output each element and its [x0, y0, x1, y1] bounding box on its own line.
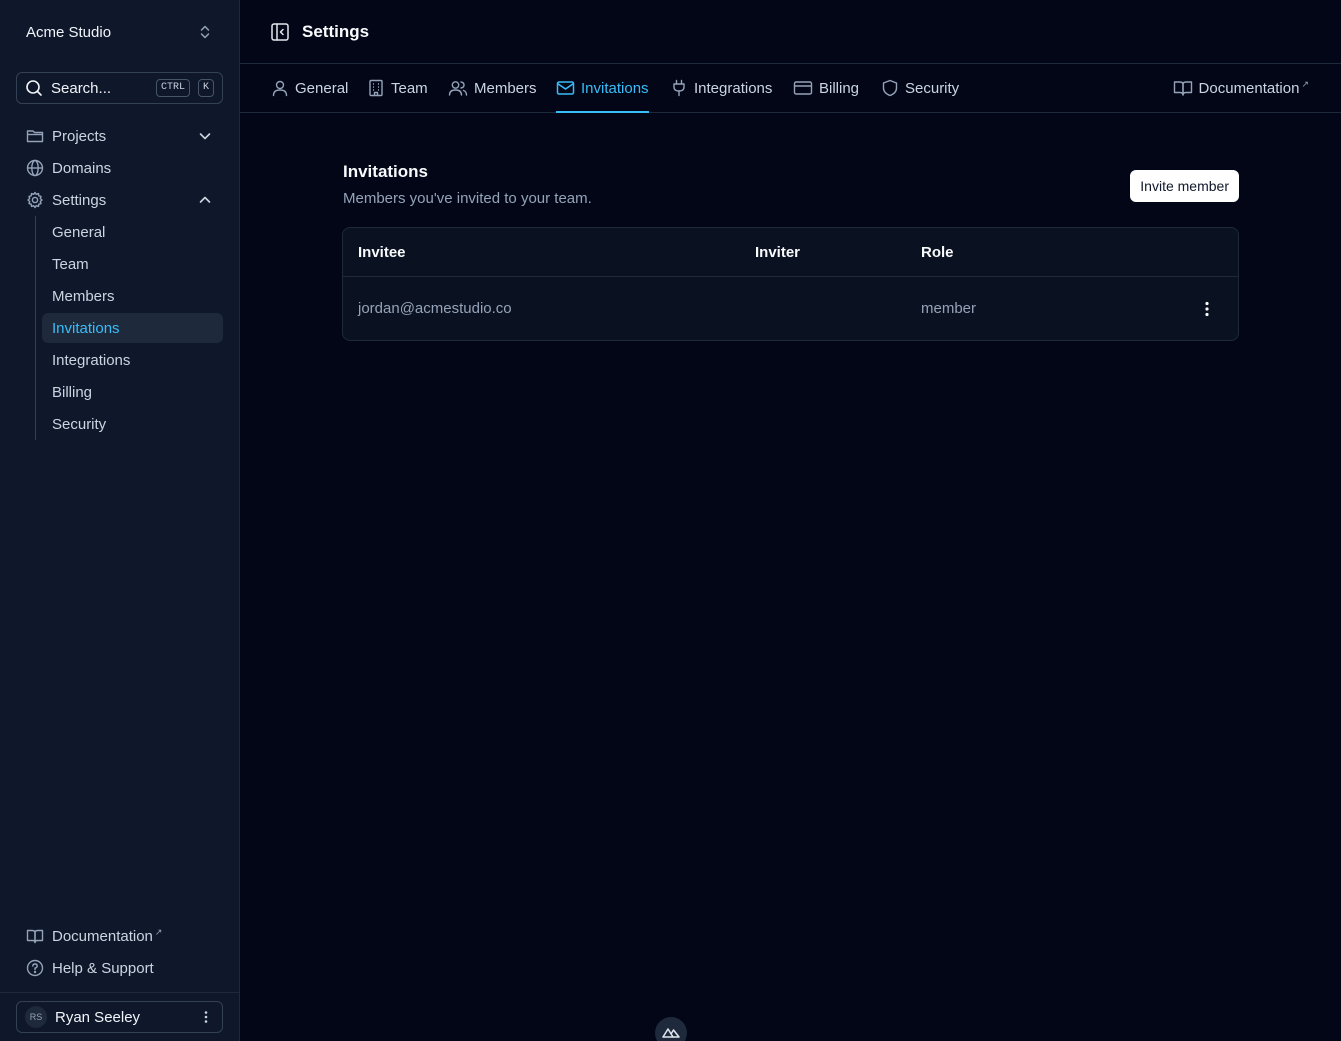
more-vertical-icon [1199, 300, 1215, 318]
tab-invitations[interactable]: Invitations [556, 64, 649, 113]
sidebar-item-security[interactable]: Security [42, 409, 223, 439]
building-icon [367, 79, 385, 97]
cell-invitee: jordan@acmestudio.co [358, 300, 512, 317]
page-title: Settings [302, 21, 370, 41]
globe-icon [26, 159, 44, 177]
nav-settings[interactable]: Settings [16, 185, 223, 215]
settings-subnav-rail [35, 216, 36, 440]
search-label: Search... [51, 79, 112, 97]
invitations-header: Invitations Members you've invited to yo… [343, 162, 1239, 207]
tab-integrations-label: Integrations [694, 79, 773, 97]
sidebar-documentation-label: Documentation [52, 928, 153, 945]
tab-team-label: Team [391, 79, 428, 97]
chevron-down-icon [197, 128, 213, 144]
tab-team[interactable]: Team [367, 64, 428, 112]
settings-tabs: General Team Members Invitations Integra… [240, 64, 1341, 113]
kbd-ctrl: CTRL [155, 79, 190, 97]
column-header-role[interactable]: Role [921, 228, 954, 276]
sidebar-footer-divider [0, 992, 239, 993]
user-name: Ryan Seeley [55, 1008, 141, 1026]
nuxt-logo-icon [662, 1026, 680, 1038]
tab-members-label: Members [474, 79, 537, 97]
shield-icon [881, 79, 899, 97]
column-header-inviter[interactable]: Inviter [755, 228, 800, 276]
invitations-subtitle: Members you've invited to your team. [343, 190, 592, 207]
tab-members[interactable]: Members [448, 64, 537, 112]
mail-icon [556, 79, 575, 97]
tab-billing-label: Billing [819, 79, 860, 97]
tab-documentation-link[interactable]: Documentation ↗ [1173, 64, 1309, 112]
avatar: RS [25, 1006, 47, 1028]
user-icon [271, 79, 289, 97]
user-menu-button[interactable]: RS Ryan Seeley [16, 1001, 223, 1033]
tab-general[interactable]: General [271, 64, 348, 112]
kbd-k: K [197, 79, 214, 97]
sidebar-item-invitations[interactable]: Invitations [42, 313, 223, 343]
nav-domains-label: Domains [52, 159, 112, 177]
nav-projects-label: Projects [52, 127, 107, 145]
column-header-invitee[interactable]: Invitee [358, 228, 406, 276]
table-row: jordan@acmestudio.co member [343, 277, 1238, 340]
invitations-table: Invitee Inviter Role jordan@acmestudio.c… [342, 227, 1239, 341]
gear-icon [26, 191, 44, 209]
sidebar-item-members[interactable]: Members [42, 281, 223, 311]
cell-role: member [921, 300, 977, 317]
invitations-title: Invitations [343, 162, 429, 181]
book-icon [1173, 79, 1193, 97]
sidebar-item-general[interactable]: General [42, 217, 223, 247]
sidebar-documentation-link[interactable]: Documentation ↗ [16, 921, 223, 951]
credit-card-icon [793, 79, 813, 97]
chevron-up-down-icon [197, 24, 213, 40]
users-icon [448, 79, 468, 97]
external-link-icon: ↗ [1301, 79, 1309, 89]
tab-general-label: General [295, 79, 349, 97]
tab-integrations[interactable]: Integrations [670, 64, 772, 112]
more-vertical-icon [198, 1009, 214, 1025]
chevron-up-icon [197, 192, 213, 208]
devtools-toggle[interactable] [655, 1017, 687, 1041]
sidebar-help-label: Help & Support [52, 959, 154, 977]
sidebar-item-billing[interactable]: Billing [42, 377, 223, 407]
tab-security-label: Security [905, 79, 960, 97]
team-switcher[interactable]: Acme Studio [16, 16, 223, 48]
sidebar-item-team[interactable]: Team [42, 249, 223, 279]
page-header: Settings [240, 0, 1341, 64]
nav-domains[interactable]: Domains [16, 153, 223, 183]
nav-projects[interactable]: Projects [16, 121, 223, 151]
sidebar-item-integrations[interactable]: Integrations [42, 345, 223, 375]
help-circle-icon [26, 959, 44, 977]
row-actions-button[interactable] [1194, 296, 1220, 322]
sidebar: Acme Studio Search... CTRL K Projects Do… [0, 0, 240, 1041]
sidebar-collapse-icon[interactable] [270, 22, 290, 42]
plug-icon [670, 79, 688, 97]
main-content: Settings General Team Members Invitation… [240, 0, 1341, 1041]
book-icon [26, 927, 44, 945]
search-button[interactable]: Search... CTRL K [16, 72, 223, 104]
invite-member-button[interactable]: Invite member [1130, 170, 1239, 202]
sidebar-help-link[interactable]: Help & Support [16, 953, 223, 983]
folder-icon [26, 127, 44, 145]
tab-security[interactable]: Security [881, 64, 959, 112]
tab-documentation-label: Documentation [1198, 80, 1300, 97]
search-icon [25, 79, 43, 97]
nav-settings-label: Settings [52, 191, 107, 209]
tab-billing[interactable]: Billing [793, 64, 859, 112]
external-link-icon: ↗ [154, 927, 163, 937]
team-name: Acme Studio [26, 23, 112, 41]
table-header: Invitee Inviter Role [343, 228, 1238, 277]
tab-invitations-label: Invitations [581, 79, 649, 97]
